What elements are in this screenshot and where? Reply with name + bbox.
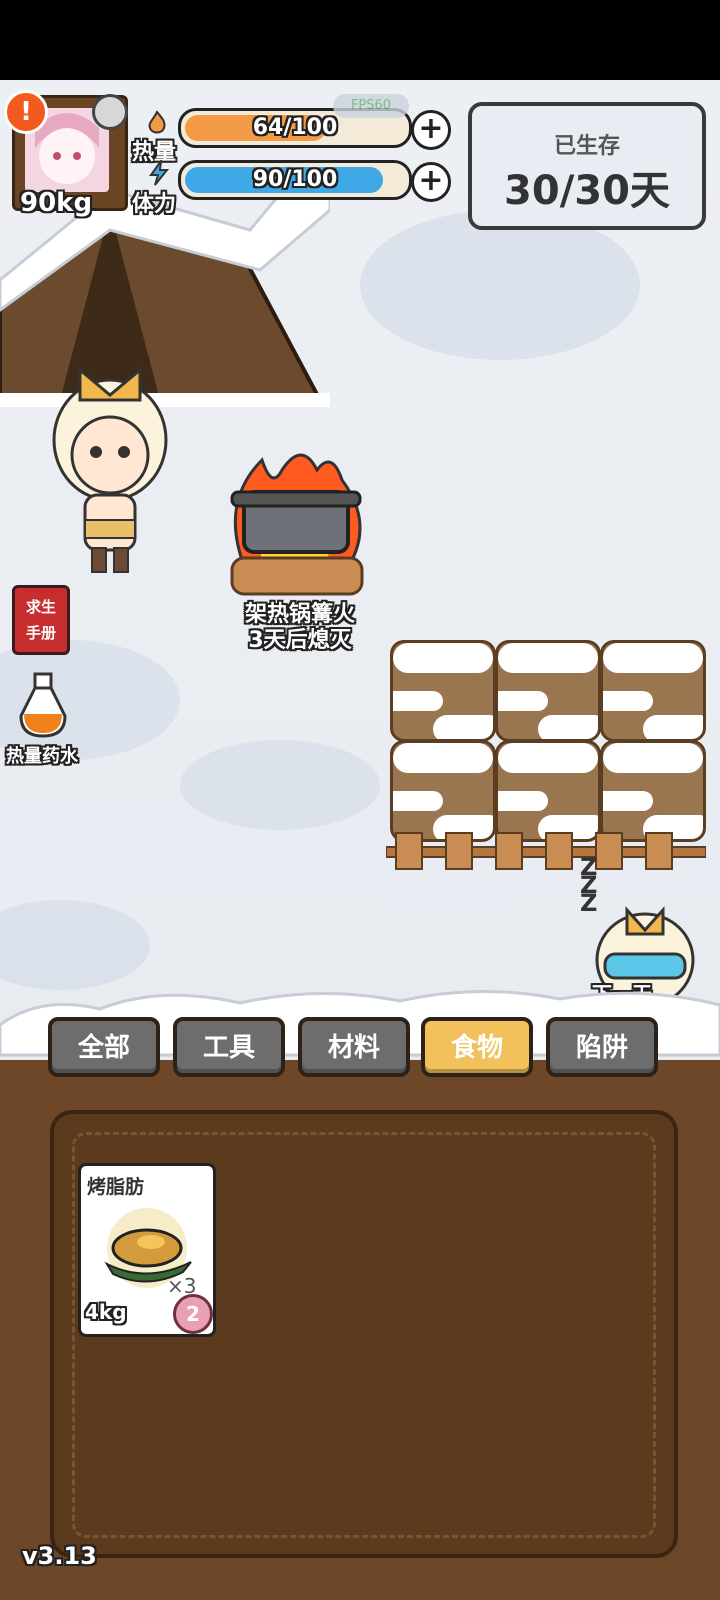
add-stamina-button[interactable]: + bbox=[411, 162, 451, 202]
stamina-label: 体力 bbox=[132, 192, 177, 217]
heat-potion-icon[interactable] bbox=[15, 670, 71, 740]
version-label: v3.13 bbox=[22, 1542, 97, 1570]
wooden-fence bbox=[386, 832, 706, 870]
farm-plot[interactable] bbox=[390, 640, 496, 742]
lightning-icon bbox=[149, 160, 170, 186]
survival-handbook-button[interactable]: 求生 手册 bbox=[12, 585, 70, 655]
item-level-badge: 2 bbox=[173, 1294, 213, 1334]
snow-patch bbox=[180, 740, 380, 830]
survivor-character[interactable] bbox=[40, 360, 180, 575]
fps-counter: FPS60 bbox=[333, 94, 409, 118]
status-bar bbox=[0, 0, 720, 80]
game-scene: ! 90kg 热量 64/100 + 体力 90/100 + FPS60 已生存… bbox=[0, 80, 720, 1600]
add-heat-button[interactable]: + bbox=[411, 110, 451, 150]
alert-icon[interactable]: ! bbox=[4, 90, 48, 134]
farm-plot[interactable] bbox=[495, 640, 601, 742]
settings-gear-icon[interactable] bbox=[92, 94, 128, 130]
snow-patch bbox=[360, 210, 640, 360]
days-value: 30/30天 bbox=[504, 168, 670, 214]
item-name: 烤脂肪 bbox=[87, 1176, 145, 1198]
snow-patch bbox=[0, 900, 150, 990]
tab-tools[interactable]: 工具 bbox=[173, 1017, 285, 1077]
tab-food[interactable]: 食物 bbox=[421, 1017, 533, 1077]
flame-icon bbox=[148, 110, 166, 134]
days-survived-panel: 已生存 30/30天 bbox=[468, 102, 706, 230]
tab-all[interactable]: 全部 bbox=[48, 1017, 160, 1077]
handbook-label: 求生 手册 bbox=[25, 598, 56, 642]
heat-potion-label: 热量药水 bbox=[6, 746, 78, 767]
player-weight: 90kg bbox=[20, 188, 93, 218]
farm-plot[interactable] bbox=[600, 640, 706, 742]
stamina-bar: 90/100 bbox=[178, 160, 412, 200]
tab-traps[interactable]: 陷阱 bbox=[546, 1017, 658, 1077]
stamina-value: 90/100 bbox=[252, 167, 338, 192]
days-title: 已生存 bbox=[553, 134, 620, 159]
tab-materials[interactable]: 材料 bbox=[298, 1017, 410, 1077]
campfire-time-left: 3天后熄灭 bbox=[248, 628, 352, 653]
campfire-status: 架热锅篝火 3天后熄灭 bbox=[190, 602, 410, 654]
campfire-name: 架热锅篝火 bbox=[244, 602, 355, 627]
campfire-with-pot[interactable] bbox=[222, 440, 372, 600]
sleep-zzz-icon: Z Z Z bbox=[580, 853, 598, 917]
inventory-item-card[interactable]: 烤脂肪 ×3 4kg 2 bbox=[78, 1163, 216, 1337]
item-weight: 4kg bbox=[85, 1300, 127, 1324]
